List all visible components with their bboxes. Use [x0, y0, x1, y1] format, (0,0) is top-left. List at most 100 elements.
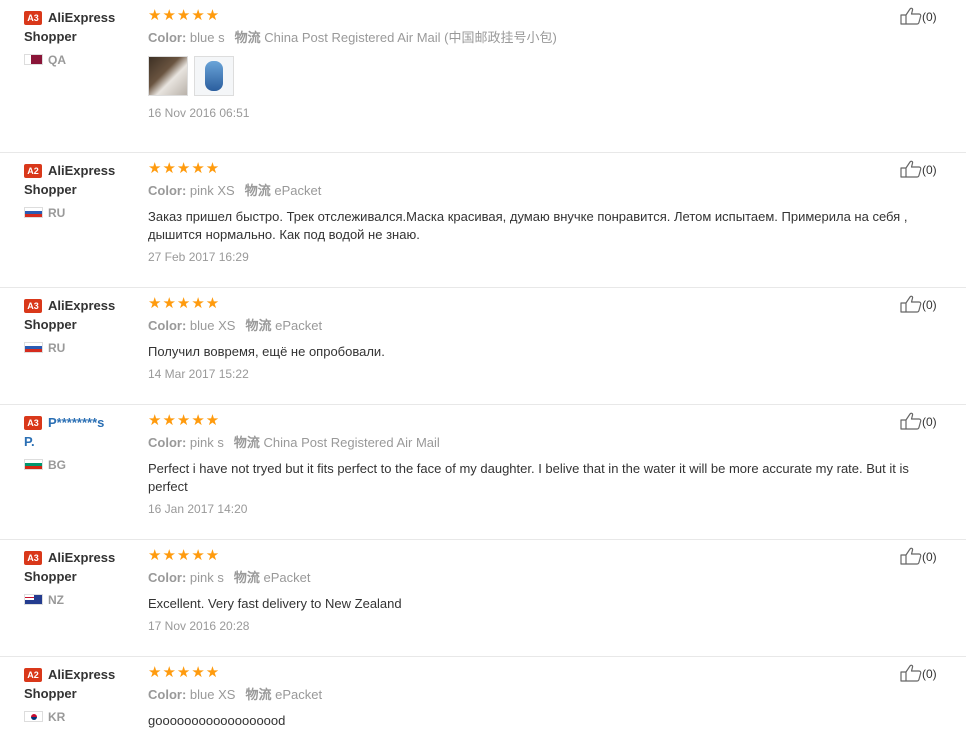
order-info: Color: pink XS 物流 ePacket — [148, 183, 944, 199]
color-value: pink s — [189, 570, 224, 585]
reviewer-name: A2 AliExpress Shopper — [24, 161, 142, 199]
review-date: 27 Feb 2017 16:29 — [148, 250, 249, 264]
flag-icon — [24, 459, 43, 471]
like-count: (0) — [922, 163, 937, 177]
country-code: RU — [48, 341, 66, 355]
like-button[interactable]: (0) — [900, 547, 937, 567]
reviewer-name-line1: P********s — [48, 415, 105, 430]
color-value: blue s — [189, 30, 225, 45]
buyer-level-badge: A3 — [24, 550, 42, 565]
review-body: ★★★★★ Color: blue s 物流 China Post Registe… — [148, 8, 944, 120]
review-photos — [148, 56, 944, 98]
rating-stars: ★★★★★ — [148, 160, 221, 177]
like-button[interactable]: (0) — [900, 664, 937, 684]
review-text: Получил вовремя, ещё не опробовали. — [148, 344, 385, 359]
rating-stars: ★★★★★ — [148, 412, 221, 429]
flag-icon — [24, 342, 43, 354]
reviewer-name: A2 AliExpress Shopper — [24, 665, 142, 703]
review-item: A3 AliExpress Shopper RU ★★★★★ Color: blu… — [0, 288, 966, 405]
reviewer-name-line2: Shopper — [24, 569, 77, 584]
shipping-label: 物流 — [244, 183, 271, 198]
reviewer-name-line2: Shopper — [24, 182, 77, 197]
thumbs-up-icon — [900, 160, 922, 178]
order-info: Color: blue XS 物流 ePacket — [148, 687, 944, 703]
buyer-level-badge: A3 — [24, 415, 42, 430]
order-info: Color: blue XS 物流 ePacket — [148, 318, 944, 334]
like-button[interactable]: (0) — [900, 7, 937, 27]
reviewer-country: RU — [24, 206, 142, 220]
review-item: A3 AliExpress Shopper NZ ★★★★★ Color: pin… — [0, 540, 966, 657]
shipping-label: 物流 — [245, 318, 272, 333]
review-body: ★★★★★ Color: pink XS 物流 ePacket Заказ при… — [148, 160, 944, 265]
review-body: ★★★★★ Color: pink s 物流 China Post Registe… — [148, 412, 944, 517]
reviewer-name-line1: AliExpress — [48, 667, 116, 682]
thumbs-up-icon — [900, 664, 922, 682]
country-code: NZ — [48, 593, 64, 607]
review-item: A2 AliExpress Shopper RU ★★★★★ Color: pin… — [0, 153, 966, 288]
reviewer-info: A2 AliExpress Shopper RU — [24, 161, 142, 220]
thumbs-up-icon — [900, 412, 922, 430]
review-item: A3 AliExpress Shopper QA ★★★★★ Color: blu… — [0, 0, 966, 153]
like-button[interactable]: (0) — [900, 160, 937, 180]
review-photo-thumbnail[interactable] — [148, 56, 188, 96]
review-date: 16 Jan 2017 14:20 — [148, 502, 248, 516]
order-info: Color: pink s 物流 ePacket — [148, 570, 944, 586]
review-text: Заказ пришел быстро. Трек отслеживался.М… — [148, 209, 908, 242]
reviewer-info: A2 AliExpress Shopper KR — [24, 665, 142, 724]
country-code: RU — [48, 206, 66, 220]
thumbs-up-icon — [900, 7, 922, 25]
shipping-label: 物流 — [245, 687, 272, 702]
reviewer-name: A3 AliExpress Shopper — [24, 8, 142, 46]
color-label: Color: — [148, 570, 187, 585]
color-label: Color: — [148, 183, 187, 198]
review-text: Excellent. Very fast delivery to New Zea… — [148, 596, 402, 611]
country-code: BG — [48, 458, 66, 472]
rating-stars: ★★★★★ — [148, 295, 221, 312]
reviewer-name-line2: Shopper — [24, 317, 77, 332]
review-body: ★★★★★ Color: blue XS 物流 ePacket goooooooo… — [148, 665, 944, 730]
shipping-value: ePacket — [274, 183, 322, 198]
review-item: A2 AliExpress Shopper KR ★★★★★ Color: blu… — [0, 657, 966, 746]
like-count: (0) — [922, 10, 937, 24]
reviewer-country: QA — [24, 53, 142, 67]
like-button[interactable]: (0) — [900, 412, 937, 432]
reviewer-country: KR — [24, 710, 142, 724]
color-value: blue XS — [189, 318, 236, 333]
flag-icon — [24, 54, 43, 66]
country-code: QA — [48, 53, 66, 67]
reviewer-country: NZ — [24, 593, 142, 607]
buyer-level-badge: A2 — [24, 667, 42, 682]
reviewer-info: A3 AliExpress Shopper NZ — [24, 548, 142, 607]
review-item: A3 P********s P. BG ★★★★★ Color: pink s 物流… — [0, 405, 966, 540]
order-info: Color: blue s 物流 China Post Registered Ai… — [148, 30, 944, 46]
rating-stars: ★★★★★ — [148, 7, 221, 24]
flag-icon — [24, 207, 43, 219]
shipping-value: China Post Registered Air Mail (中国邮政挂号小包… — [264, 30, 557, 45]
color-label: Color: — [148, 318, 187, 333]
reviewer-country: BG — [24, 458, 142, 472]
reviewer-name-line2: P. — [24, 434, 35, 449]
reviewer-info: A3 P********s P. BG — [24, 413, 142, 472]
like-count: (0) — [922, 667, 937, 681]
color-value: blue XS — [189, 687, 236, 702]
shipping-value: ePacket — [275, 318, 323, 333]
rating-stars: ★★★★★ — [148, 664, 221, 681]
like-count: (0) — [922, 550, 937, 564]
rating-stars: ★★★★★ — [148, 547, 221, 564]
thumbs-up-icon — [900, 295, 922, 313]
reviewer-name-line2: Shopper — [24, 29, 77, 44]
review-text: Perfect i have not tryed but it fits per… — [148, 461, 909, 494]
color-value: pink XS — [189, 183, 235, 198]
color-label: Color: — [148, 687, 187, 702]
like-button[interactable]: (0) — [900, 295, 937, 315]
reviewer-name-line1: AliExpress — [48, 298, 116, 313]
flag-icon — [24, 594, 43, 606]
reviewer-name-line1: AliExpress — [48, 10, 116, 25]
buyer-level-badge: A3 — [24, 298, 42, 313]
reviewer-name-line2: Shopper — [24, 686, 77, 701]
color-label: Color: — [148, 435, 187, 450]
buyer-level-badge: A3 — [24, 10, 42, 25]
review-date: 14 Mar 2017 15:22 — [148, 367, 249, 381]
review-photo-thumbnail[interactable] — [194, 56, 234, 96]
review-date: 16 Nov 2016 06:51 — [148, 106, 250, 120]
